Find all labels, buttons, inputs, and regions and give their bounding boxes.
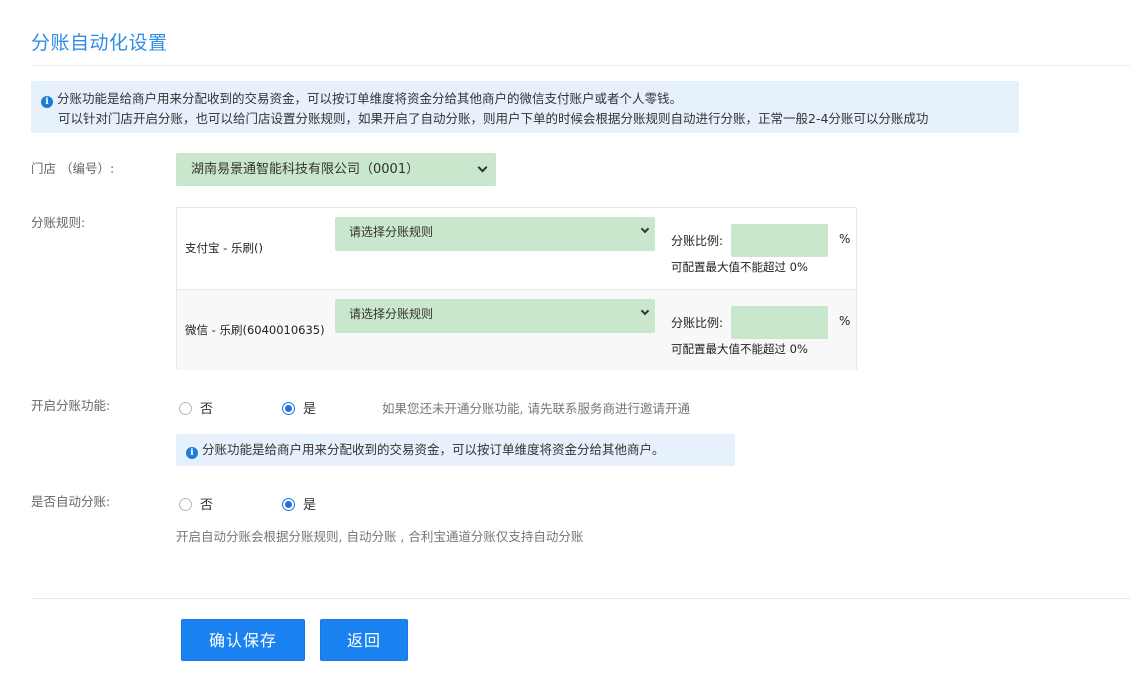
store-select[interactable]: 湖南易景通智能科技有限公司（0001） (176, 153, 496, 186)
ratio-label: 分账比例: (671, 316, 724, 330)
radio-on-icon (282, 498, 295, 511)
percent-sign: % (839, 314, 851, 328)
rules-table: 支付宝 - 乐刷() 请选择分账规则 分账比例: % 可配置最大值不能超过 0%… (176, 207, 857, 370)
back-button[interactable]: 返回 (320, 619, 408, 661)
percent-sign: % (839, 232, 851, 246)
page: 分账自动化设置 i 分账功能是给商户用来分配收到的交易资金，可以按订单维度将资金分… (0, 0, 1130, 695)
enable-split-no-radio[interactable]: 否 (179, 398, 213, 417)
notice-text-1: 分账功能是给商户用来分配收到的交易资金，可以按订单维度将资金分给其他商户的微信支… (57, 91, 683, 106)
radio-off-icon (179, 402, 192, 415)
rule-select[interactable]: 请选择分账规则 (335, 217, 655, 251)
rules-label: 分账规则: (31, 215, 86, 230)
enable-split-label: 开启分账功能: (31, 398, 111, 413)
auto-split-yes-radio[interactable]: 是 (282, 494, 316, 513)
channel-name: 支付宝 - 乐刷() (185, 241, 263, 255)
max-note: 可配置最大值不能超过 0% (671, 342, 808, 356)
chevron-down-icon (640, 224, 650, 234)
store-select-value: 湖南易景通智能科技有限公司（0001） (191, 162, 420, 177)
auto-split-hint: 开启自动分账会根据分账规则, 自动分账 , 合利宝通道分账仅支持自动分账 (176, 529, 584, 544)
auto-split-no-radio[interactable]: 否 (179, 494, 213, 513)
info-icon: i (186, 447, 198, 459)
enable-split-hint: 如果您还未开通分账功能, 请先联系服务商进行邀请开通 (382, 401, 690, 416)
notice-text-2: 可以针对门店开启分账，也可以给门店设置分账规则，如果开启了自动分账，则用户下单的… (58, 111, 929, 126)
channel-name: 微信 - 乐刷(6040010635) (185, 323, 325, 337)
footer-divider (31, 598, 1130, 599)
split-notice: i 分账功能是给商户用来分配收到的交易资金，可以按订单维度将资金分给其他商户。 (176, 434, 735, 466)
save-button[interactable]: 确认保存 (181, 619, 305, 661)
option-label: 否 (200, 402, 214, 417)
chevron-down-icon (477, 162, 488, 173)
enable-split-yes-radio[interactable]: 是 (282, 398, 316, 417)
title-divider (31, 65, 1130, 66)
page-title: 分账自动化设置 (31, 32, 168, 54)
option-label: 是 (303, 498, 317, 513)
ratio-input[interactable] (731, 306, 828, 339)
ratio-input[interactable] (731, 224, 828, 257)
rule-select[interactable]: 请选择分账规则 (335, 299, 655, 333)
auto-split-label: 是否自动分账: (31, 494, 111, 509)
info-icon: i (41, 96, 53, 108)
radio-off-icon (179, 498, 192, 511)
option-label: 否 (200, 498, 214, 513)
notice-line-1: i 分账功能是给商户用来分配收到的交易资金，可以按订单维度将资金分给其他商户的微信… (41, 89, 1019, 109)
rule-row: 支付宝 - 乐刷() 请选择分账规则 分账比例: % 可配置最大值不能超过 0% (177, 208, 856, 289)
split-notice-text: 分账功能是给商户用来分配收到的交易资金，可以按订单维度将资金分给其他商户。 (202, 442, 665, 457)
info-notice: i 分账功能是给商户用来分配收到的交易资金，可以按订单维度将资金分给其他商户的微信… (31, 81, 1019, 133)
radio-on-icon (282, 402, 295, 415)
option-label: 是 (303, 402, 317, 417)
ratio-label: 分账比例: (671, 234, 724, 248)
chevron-down-icon (640, 306, 650, 316)
store-label: 门店 （编号）: (31, 161, 115, 176)
max-note: 可配置最大值不能超过 0% (671, 260, 808, 274)
rule-row: 微信 - 乐刷(6040010635) 请选择分账规则 分账比例: % 可配置最… (177, 289, 856, 370)
rule-select-value: 请选择分账规则 (349, 307, 434, 321)
rule-select-value: 请选择分账规则 (349, 225, 434, 239)
